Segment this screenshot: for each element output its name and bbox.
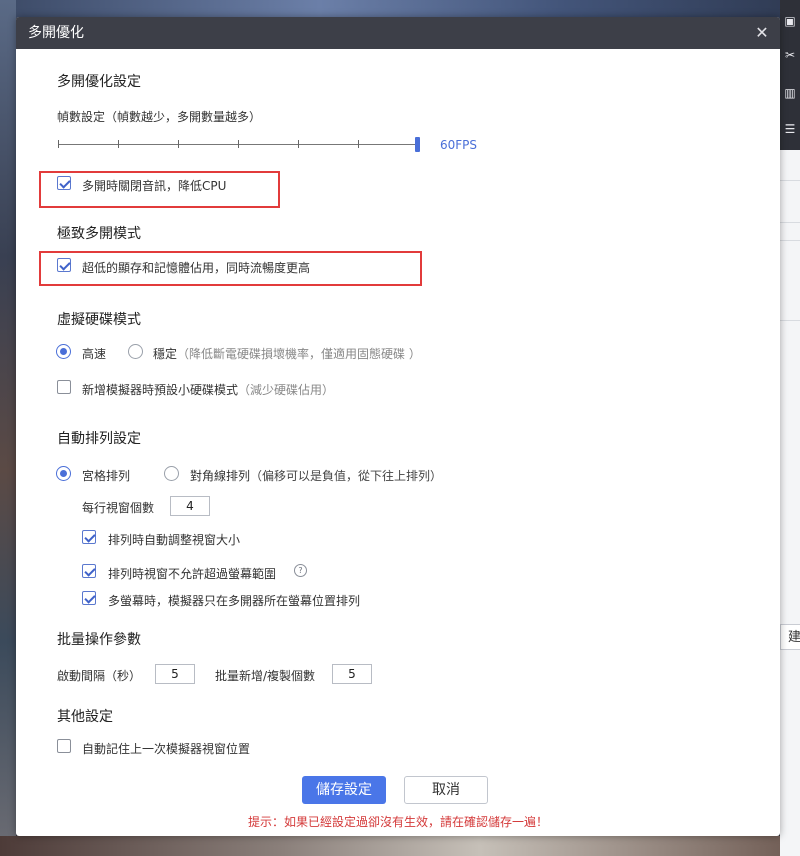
keep-in-screen-label: 排列時視窗不允許超過螢幕範圍 bbox=[108, 567, 277, 581]
multi-screen-label: 多螢幕時，模擬器只在多開器所在螢幕位置排列 bbox=[108, 594, 361, 608]
layout-icon[interactable]: ▥ bbox=[782, 86, 798, 100]
slider-tick bbox=[358, 140, 359, 148]
disk-mode-fast-radio[interactable] bbox=[56, 344, 71, 359]
launch-interval-label: 啟動間隔（秒） bbox=[57, 669, 142, 683]
panel-divider bbox=[780, 222, 800, 223]
auto-resize-label: 排列時自動調整視窗大小 bbox=[108, 533, 241, 547]
help-icon[interactable]: ? bbox=[294, 564, 307, 577]
multi-instance-optimization-dialog: 多開優化 ✕ 多開優化設定 幀數設定（幀數越少，多開數量越多） 60FPS 多開… bbox=[16, 17, 780, 836]
fps-label: 幀數設定（幀數越少，多開數量越多） bbox=[57, 110, 262, 124]
disk-mode-fast-label: 高速 bbox=[82, 347, 107, 361]
dialog-titlebar: 多開優化 ✕ bbox=[16, 17, 780, 49]
slider-tick bbox=[178, 140, 179, 148]
section-title-batch: 批量操作參數 bbox=[57, 632, 141, 648]
arrange-diagonal-text: 對角線排列 bbox=[190, 469, 251, 483]
panel-divider bbox=[780, 180, 800, 181]
auto-resize-checkbox[interactable] bbox=[82, 530, 96, 544]
slider-tick bbox=[298, 140, 299, 148]
section-title-auto-arrange: 自動排列設定 bbox=[57, 431, 141, 447]
batch-count-input[interactable]: 5 bbox=[332, 664, 372, 684]
slider-tick bbox=[118, 140, 119, 148]
list-icon[interactable]: ☰ bbox=[782, 122, 798, 136]
background-app-left bbox=[0, 0, 16, 856]
section-title-fps: 多開優化設定 bbox=[57, 74, 141, 90]
remember-position-label: 自動記住上一次模擬器視窗位置 bbox=[82, 742, 251, 756]
fps-slider-thumb[interactable] bbox=[415, 137, 420, 152]
keep-in-screen-checkbox[interactable] bbox=[82, 564, 96, 578]
slider-tick bbox=[238, 140, 239, 148]
background-side-button[interactable]: 建 bbox=[780, 624, 800, 650]
mute-audio-label: 多開時關閉音訊，降低CPU bbox=[82, 179, 227, 193]
per-row-input[interactable]: 4 bbox=[170, 496, 210, 516]
background-app-bottom bbox=[0, 836, 800, 856]
section-title-extreme-mode: 極致多開模式 bbox=[57, 226, 141, 242]
arrange-diagonal-radio[interactable] bbox=[164, 466, 179, 481]
disk-mode-stable-radio[interactable] bbox=[128, 344, 143, 359]
fps-slider-track[interactable] bbox=[58, 140, 418, 148]
batch-count-label: 批量新增/複製個數 bbox=[215, 669, 316, 683]
section-title-virtual-disk: 虛擬硬碟模式 bbox=[57, 312, 141, 328]
small-disk-checkbox[interactable] bbox=[57, 380, 71, 394]
arrange-grid-radio[interactable] bbox=[56, 466, 71, 481]
background-toolbar: ▣ ✂ ▥ ☰ bbox=[780, 0, 800, 150]
disk-mode-stable-label: 穩定（降低斷電硬碟損壞機率，僅適用固態硬碟 ） bbox=[153, 345, 421, 362]
close-icon[interactable]: ✕ bbox=[752, 23, 772, 43]
extreme-mode-label: 超低的顯存和記憶體佔用，同時流暢度更高 bbox=[82, 261, 311, 275]
warning-text: 提示：如果已經設定過卻沒有生效，請在確認儲存一遍！ bbox=[247, 815, 548, 829]
per-row-label: 每行視窗個數 bbox=[82, 501, 155, 515]
small-disk-text: 新增模擬器時預設小硬碟模式 bbox=[82, 383, 239, 397]
small-disk-label: 新增模擬器時預設小硬碟模式（減少硬碟佔用） bbox=[82, 381, 334, 398]
multi-screen-checkbox[interactable] bbox=[82, 591, 96, 605]
arrange-diagonal-hint: （偏移可以是負值，從下往上排列） bbox=[250, 469, 443, 483]
disk-mode-stable-text: 穩定 bbox=[153, 347, 178, 361]
dialog-title: 多開優化 bbox=[28, 25, 84, 41]
arrange-grid-label: 宮格排列 bbox=[82, 469, 131, 483]
scissors-icon[interactable]: ✂ bbox=[782, 48, 798, 62]
slider-tick bbox=[58, 140, 59, 148]
cancel-button[interactable]: 取消 bbox=[404, 776, 488, 804]
disk-mode-stable-hint: （降低斷電硬碟損壞機率，僅適用固態硬碟 ） bbox=[177, 347, 421, 361]
section-title-other: 其他設定 bbox=[57, 709, 113, 725]
mute-audio-checkbox[interactable] bbox=[57, 176, 71, 190]
remember-position-checkbox[interactable] bbox=[57, 739, 71, 753]
panel-divider bbox=[780, 320, 800, 321]
arrange-diagonal-label: 對角線排列（偏移可以是負值，從下往上排列） bbox=[190, 467, 442, 484]
small-disk-hint: （減少硬碟佔用） bbox=[238, 383, 335, 397]
save-button[interactable]: 儲存設定 bbox=[302, 776, 386, 804]
background-app-top bbox=[0, 0, 800, 18]
pk-icon[interactable]: ▣ bbox=[782, 14, 798, 28]
launch-interval-input[interactable]: 5 bbox=[155, 664, 195, 684]
panel-divider bbox=[780, 240, 800, 241]
fps-value: 60FPS bbox=[440, 138, 478, 152]
extreme-mode-checkbox[interactable] bbox=[57, 258, 71, 272]
background-app-panel: ▣ ✂ ▥ ☰ 建 bbox=[780, 0, 800, 856]
